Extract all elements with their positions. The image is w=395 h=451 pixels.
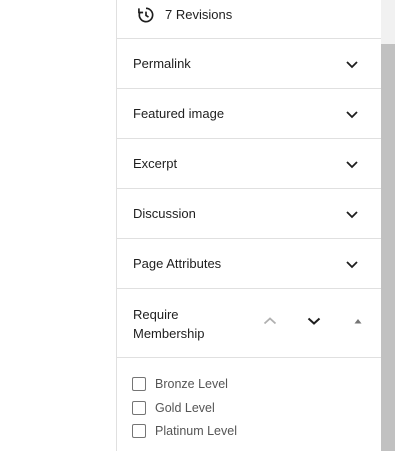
revisions-label: 7 Revisions [165,7,233,22]
panel-require-membership: Require Membership [117,289,382,358]
checkbox-platinum-level[interactable]: Platinum Level [132,422,237,440]
chevron-down-icon [343,205,361,223]
panel-excerpt[interactable]: Excerpt [117,139,382,189]
panel-title: Permalink [133,56,191,71]
checkbox-label: Gold Level [155,401,215,415]
scrollbar-thumb[interactable] [381,44,395,451]
move-down-icon [305,312,323,335]
chevron-down-icon [343,55,361,73]
checkbox[interactable] [132,424,146,438]
panel-title: Require Membership [133,307,205,341]
move-up-button[interactable] [256,309,284,337]
checkbox-bronze-level[interactable]: Bronze Level [132,375,228,393]
panel-title: Featured image [133,106,225,121]
history-icon [136,5,156,25]
panel-title: Page Attributes [133,256,222,271]
checkbox-label: Platinum Level [155,424,237,438]
move-up-icon [261,312,279,335]
panel-title: Discussion [133,206,196,221]
panel-discussion[interactable]: Discussion [117,189,382,239]
panel-page-attributes[interactable]: Page Attributes [117,239,382,289]
checkbox-label: Bronze Level [155,377,228,391]
checkbox[interactable] [132,377,146,391]
move-down-button[interactable] [300,309,328,337]
checkbox-gold-level[interactable]: Gold Level [132,399,215,417]
chevron-down-icon [343,105,361,123]
panel-featured-image[interactable]: Featured image [117,89,382,139]
membership-level-list: Bronze Level Gold Level Platinum Level [117,358,382,451]
panel-permalink[interactable]: Permalink [117,39,382,89]
chevron-down-icon [343,155,361,173]
collapse-panel-button[interactable] [344,309,372,337]
checkbox[interactable] [132,401,146,415]
document-settings-sidebar: 7 Revisions Permalink Featured image Exc… [116,0,382,451]
revisions-link[interactable]: 7 Revisions [117,0,382,39]
chevron-down-icon [343,255,361,273]
collapse-caret-icon [352,314,364,332]
panel-title: Excerpt [133,156,178,171]
